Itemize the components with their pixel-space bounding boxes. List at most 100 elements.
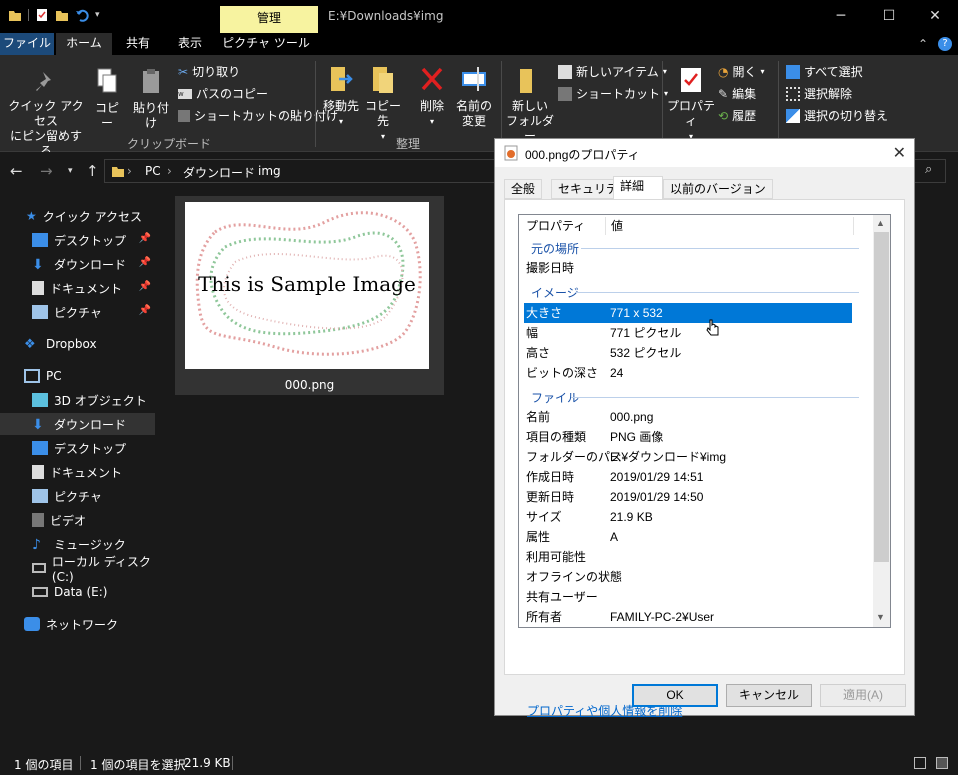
rename-button[interactable]: 名前の 変更 bbox=[454, 63, 494, 129]
nav-item-pictures-pc[interactable]: ピクチャ bbox=[0, 485, 155, 507]
manage-tab[interactable]: 管理 bbox=[220, 6, 318, 33]
edit-button[interactable]: ✎ 編集 bbox=[718, 85, 756, 102]
search-icon[interactable]: ⌕ bbox=[925, 162, 932, 177]
nav-item-data-e[interactable]: Data (E:) bbox=[0, 581, 155, 603]
apply-button[interactable]: 適用(A) bbox=[820, 684, 906, 707]
nav-item-network[interactable]: ネットワーク bbox=[0, 613, 155, 635]
up-arrow-icon[interactable]: ↑ bbox=[86, 162, 99, 180]
nav-item-desktop-pc[interactable]: デスクトップ bbox=[0, 437, 155, 459]
select-all-button[interactable]: すべて選択 bbox=[786, 63, 863, 80]
properties-button[interactable]: プロパティ ▾ bbox=[666, 65, 716, 144]
dialog-close-button[interactable]: ✕ bbox=[893, 143, 906, 163]
maximize-button[interactable]: ☐ bbox=[866, 0, 912, 33]
tab-general[interactable]: 全般 bbox=[504, 179, 543, 199]
cancel-button[interactable]: キャンセル bbox=[726, 684, 812, 707]
new-folder-icon[interactable] bbox=[55, 8, 69, 22]
search-input[interactable]: ⌕ bbox=[912, 159, 946, 183]
scrollbar-thumb[interactable] bbox=[874, 232, 889, 562]
new-folder-button[interactable]: 新しい フォルダー bbox=[506, 65, 554, 144]
row-name[interactable]: 名前 000.png bbox=[519, 407, 874, 427]
nav-item-pictures[interactable]: ピクチャ 📌 bbox=[0, 301, 155, 323]
copy-button[interactable]: コピー bbox=[90, 67, 124, 131]
large-icons-view-icon[interactable] bbox=[936, 757, 948, 769]
shortcut-button[interactable]: ショートカット ▾ bbox=[558, 85, 668, 102]
file-item-000-png[interactable]: This is Sample Image 000.png bbox=[175, 196, 444, 395]
row-dimensions[interactable]: 大きさ 771 x 532 bbox=[524, 303, 852, 323]
paste-button[interactable]: 貼り付け bbox=[128, 67, 174, 131]
paste-shortcut-button[interactable]: ショートカットの貼り付け bbox=[178, 107, 338, 124]
minimize-button[interactable]: ─ bbox=[818, 0, 864, 33]
tab-file[interactable]: ファイル bbox=[0, 33, 54, 55]
pin-icon[interactable]: 📌 bbox=[139, 305, 151, 316]
pin-icon[interactable]: 📌 bbox=[139, 257, 151, 268]
help-icon[interactable]: ? bbox=[938, 37, 952, 51]
nav-item-3d-objects[interactable]: 3D オブジェクト bbox=[0, 389, 155, 411]
column-header-property[interactable]: プロパティ bbox=[526, 215, 585, 237]
copy-to-button[interactable]: コピー先 ▾ bbox=[362, 63, 404, 144]
invert-selection-button[interactable]: 選択の切り替え bbox=[786, 107, 888, 124]
nav-item-dropbox[interactable]: ❖ Dropbox bbox=[0, 333, 155, 355]
property-list[interactable]: プロパティ 値 元の場所 撮影日時 イメージ 大きさ 771 x 532 幅 771… bbox=[518, 214, 891, 628]
row-item-type[interactable]: 項目の種類 PNG 画像 bbox=[519, 427, 874, 447]
row-width[interactable]: 幅 771 ピクセル bbox=[519, 323, 874, 343]
scroll-up-icon[interactable]: ▲ bbox=[876, 218, 885, 228]
tab-picture-tools[interactable]: ピクチャ ツール bbox=[222, 33, 310, 55]
nav-item-pc[interactable]: PC bbox=[0, 365, 155, 387]
forward-arrow-icon[interactable]: → bbox=[40, 162, 53, 180]
recent-locations-chevron-icon[interactable]: ▾ bbox=[68, 166, 73, 176]
back-arrow-icon[interactable]: ← bbox=[10, 162, 23, 180]
nav-item-downloads[interactable]: ⬇ ダウンロード 📌 bbox=[0, 253, 155, 275]
delete-button[interactable]: 削除 ▾ bbox=[414, 63, 450, 129]
properties-icon[interactable] bbox=[35, 8, 49, 22]
vertical-scrollbar[interactable]: ▲ ▼ bbox=[873, 215, 890, 627]
customize-qat-icon[interactable]: ▾ bbox=[95, 10, 100, 20]
cut-button[interactable]: ✂ 切り取り bbox=[178, 63, 240, 80]
tab-share[interactable]: 共有 bbox=[114, 33, 162, 55]
scroll-down-icon[interactable]: ▼ bbox=[876, 612, 885, 622]
dropbox-icon: ❖ bbox=[24, 337, 36, 352]
new-item-button[interactable]: 新しいアイテム ▾ bbox=[558, 63, 667, 80]
close-button[interactable]: ✕ bbox=[912, 0, 958, 33]
nav-item-documents-pc[interactable]: ドキュメント bbox=[0, 461, 155, 483]
row-offline-status[interactable]: オフラインの状態 bbox=[519, 567, 874, 587]
nav-label: 3D オブジェクト bbox=[54, 393, 147, 408]
row-availability[interactable]: 利用可能性 bbox=[519, 547, 874, 567]
nav-item-videos[interactable]: ビデオ bbox=[0, 509, 155, 531]
copy-path-button[interactable]: w パスのコピー bbox=[178, 85, 268, 102]
nav-item-documents[interactable]: ドキュメント 📌 bbox=[0, 277, 155, 299]
nav-item-quick-access[interactable]: ★ クイック アクセス bbox=[0, 205, 155, 227]
tab-home[interactable]: ホーム bbox=[56, 33, 112, 55]
address-box[interactable]: › PC › ダウンロード › img bbox=[104, 159, 498, 183]
history-button[interactable]: ⟲ 履歴 bbox=[718, 107, 756, 124]
nav-item-desktop[interactable]: デスクトップ 📌 bbox=[0, 229, 155, 251]
breadcrumb-img[interactable]: img bbox=[258, 164, 281, 178]
undo-icon[interactable] bbox=[75, 8, 89, 22]
row-height[interactable]: 高さ 532 ピクセル bbox=[519, 343, 874, 363]
row-created[interactable]: 作成日時 2019/01/29 14:51 bbox=[519, 467, 874, 487]
pin-icon[interactable]: 📌 bbox=[139, 281, 151, 292]
tab-view[interactable]: 表示 bbox=[166, 33, 214, 55]
clipboard-group-label: クリップボード bbox=[127, 137, 212, 151]
row-attributes[interactable]: 属性 A bbox=[519, 527, 874, 547]
tab-details[interactable]: 詳細 bbox=[613, 176, 663, 200]
pin-icon[interactable]: 📌 bbox=[139, 233, 151, 244]
details-view-icon[interactable] bbox=[914, 757, 926, 769]
row-owner[interactable]: 所有者 FAMILY-PC-2¥User bbox=[519, 607, 874, 627]
nav-item-local-disk-c[interactable]: ローカル ディスク (C:) bbox=[0, 555, 155, 584]
column-header-value[interactable]: 値 bbox=[611, 215, 623, 237]
select-none-button[interactable]: 選択解除 bbox=[786, 85, 852, 102]
move-to-button[interactable]: 移動先 ▾ bbox=[320, 63, 362, 129]
row-date-taken[interactable]: 撮影日時 bbox=[519, 258, 874, 278]
tab-previous-versions[interactable]: 以前のバージョン bbox=[663, 179, 773, 199]
row-modified[interactable]: 更新日時 2019/01/29 14:50 bbox=[519, 487, 874, 507]
chevron-up-icon[interactable]: ⌃ bbox=[918, 37, 928, 51]
breadcrumb-pc[interactable]: PC bbox=[145, 164, 161, 178]
row-shared-with[interactable]: 共有ユーザー bbox=[519, 587, 874, 607]
row-size[interactable]: サイズ 21.9 KB bbox=[519, 507, 874, 527]
pin-quick-access-button[interactable]: クイック アクセス にピン留めする bbox=[6, 69, 86, 159]
row-bit-depth[interactable]: ビットの深さ 24 bbox=[519, 363, 874, 383]
ok-button[interactable]: OK bbox=[632, 684, 718, 707]
nav-item-downloads-pc[interactable]: ⬇ ダウンロード bbox=[0, 413, 155, 435]
open-button[interactable]: ◔ 開く ▾ bbox=[718, 63, 765, 80]
row-folder-path[interactable]: フォルダーのパス E:¥ダウンロード¥img bbox=[519, 447, 874, 467]
